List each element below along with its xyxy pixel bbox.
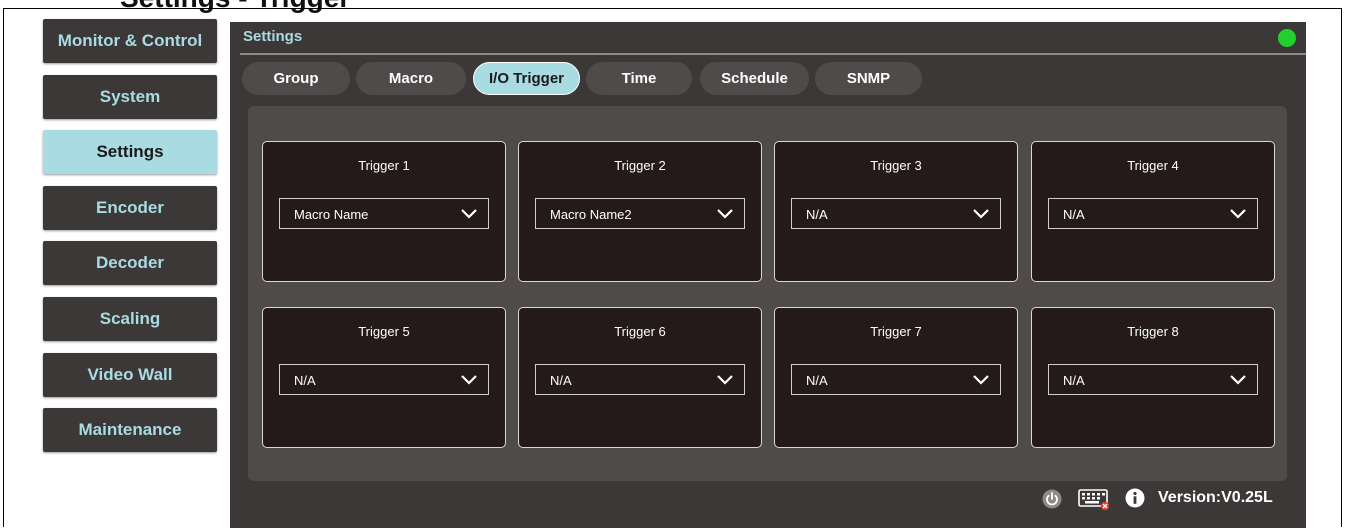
trigger-select-4[interactable]: N/A (1048, 198, 1258, 229)
tab-macro[interactable]: Macro (356, 62, 466, 95)
sidebar-item-decoder[interactable]: Decoder (43, 241, 217, 285)
trigger-select-value: N/A (806, 207, 828, 222)
trigger-select-value: N/A (1063, 207, 1085, 222)
keyboard-icon[interactable] (1078, 487, 1110, 511)
settings-panel: Settings Group Macro I/O Trigger Time Sc… (230, 22, 1306, 528)
sidebar-item-system[interactable]: System (43, 75, 217, 119)
info-icon[interactable] (1125, 488, 1145, 508)
trigger-card-1: Trigger 1 Macro Name (262, 141, 506, 282)
chevron-down-icon (973, 375, 989, 385)
chevron-down-icon (461, 375, 477, 385)
chevron-down-icon (717, 375, 733, 385)
chevron-down-icon (1230, 375, 1246, 385)
trigger-select-3[interactable]: N/A (791, 198, 1001, 229)
trigger-grid: Trigger 1 Macro Name Trigger 2 Macro Nam… (248, 106, 1287, 481)
trigger-title: Trigger 4 (1127, 158, 1179, 173)
status-indicator (1278, 29, 1296, 47)
sidebar-item-monitor-control[interactable]: Monitor & Control (43, 19, 217, 63)
sidebar-item-scaling[interactable]: Scaling (43, 297, 217, 341)
trigger-card-5: Trigger 5 N/A (262, 307, 506, 448)
trigger-select-value: N/A (294, 373, 316, 388)
trigger-card-6: Trigger 6 N/A (518, 307, 762, 448)
trigger-select-8[interactable]: N/A (1048, 364, 1258, 395)
trigger-select-5[interactable]: N/A (279, 364, 489, 395)
chevron-down-icon (461, 209, 477, 219)
version-label: Version:V0.25L (1158, 489, 1273, 506)
trigger-title: Trigger 2 (614, 158, 666, 173)
trigger-select-value: N/A (806, 373, 828, 388)
sidebar-item-maintenance[interactable]: Maintenance (43, 408, 217, 452)
trigger-title: Trigger 3 (870, 158, 922, 173)
trigger-select-value: Macro Name (294, 207, 369, 222)
tab-snmp[interactable]: SNMP (815, 62, 922, 95)
power-icon[interactable] (1042, 489, 1062, 509)
trigger-card-4: Trigger 4 N/A (1031, 141, 1275, 282)
trigger-select-value: N/A (550, 373, 572, 388)
tab-schedule[interactable]: Schedule (700, 62, 809, 95)
trigger-title: Trigger 7 (870, 324, 922, 339)
chevron-down-icon (717, 209, 733, 219)
panel-title: Settings (243, 28, 303, 45)
trigger-title: Trigger 1 (358, 158, 410, 173)
tab-time[interactable]: Time (586, 62, 692, 95)
trigger-card-7: Trigger 7 N/A (774, 307, 1018, 448)
chevron-down-icon (973, 209, 989, 219)
trigger-select-value: N/A (1063, 373, 1085, 388)
trigger-card-2: Trigger 2 Macro Name2 (518, 141, 762, 282)
sidebar-item-video-wall[interactable]: Video Wall (43, 353, 217, 397)
tab-io-trigger[interactable]: I/O Trigger (473, 62, 580, 95)
trigger-select-6[interactable]: N/A (535, 364, 745, 395)
trigger-title: Trigger 8 (1127, 324, 1179, 339)
trigger-title: Trigger 6 (614, 324, 666, 339)
trigger-select-value: Macro Name2 (550, 207, 632, 222)
trigger-card-8: Trigger 8 N/A (1031, 307, 1275, 448)
title-divider (240, 53, 1306, 55)
chevron-down-icon (1230, 209, 1246, 219)
trigger-title: Trigger 5 (358, 324, 410, 339)
trigger-card-3: Trigger 3 N/A (774, 141, 1018, 282)
trigger-select-1[interactable]: Macro Name (279, 198, 489, 229)
trigger-select-2[interactable]: Macro Name2 (535, 198, 745, 229)
sidebar-item-encoder[interactable]: Encoder (43, 186, 217, 230)
trigger-select-7[interactable]: N/A (791, 364, 1001, 395)
sidebar-item-settings[interactable]: Settings (43, 130, 217, 174)
tab-group[interactable]: Group (242, 62, 350, 95)
